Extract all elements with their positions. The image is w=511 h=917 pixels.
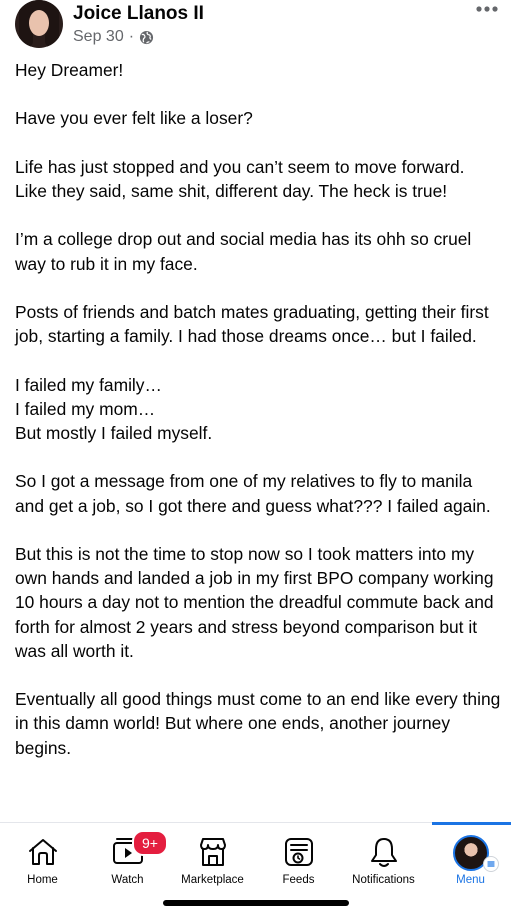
watch-badge: 9+ [132,830,168,856]
post-paragraph: Eventually all good things must come to … [15,689,501,758]
tab-marketplace[interactable]: Marketplace [170,823,255,893]
post-header: Joice Llanos II Sep 30 · [0,0,511,58]
more-horizontal-icon[interactable] [475,3,499,15]
post-paragraph: Have you ever felt like a loser? [15,108,253,129]
tab-home[interactable]: Home [0,823,85,893]
tab-label: Feeds [282,874,315,886]
home-icon [28,839,57,865]
tab-label: Home [27,874,58,886]
author-name[interactable]: Joice Llanos II [73,3,204,25]
post-text: Hey Dreamer! Have you ever felt like a l… [15,58,501,784]
tab-label: Menu [456,874,485,886]
tab-feeds[interactable]: Feeds [256,823,341,893]
post-paragraph: So I got a message from one of my relati… [15,471,491,516]
tab-watch[interactable]: 9+ Watch [85,823,170,893]
post-paragraph: Hey Dreamer! [15,60,124,80]
tab-label: Marketplace [181,874,244,886]
post-paragraph: I’m a college drop out and social media … [15,229,472,274]
author-avatar[interactable] [15,0,63,48]
storefront-icon [199,838,226,866]
meta-separator: · [128,28,135,45]
globe-icon [139,30,154,44]
post-paragraph: I failed my family… I failed my mom… But… [15,374,213,443]
tab-notifications[interactable]: Notifications [341,823,426,893]
post-paragraph: But this is not the time to stop now so … [15,543,494,661]
post-date[interactable]: Sep 30 [73,28,124,46]
post-meta: Sep 30 · [73,28,154,46]
tab-label: Notifications [352,874,415,886]
home-indicator [163,900,349,906]
menu-lines-icon [483,856,499,872]
feeds-icon [284,838,313,866]
tab-label: Watch [111,874,144,886]
post-paragraph: Life has just stopped and you can’t seem… [15,156,465,201]
facebook-post-screen: Joice Llanos II Sep 30 · Hey Dreamer! Ha… [0,0,511,917]
post-paragraph: Posts of friends and batch mates graduat… [15,301,489,347]
bell-icon [370,838,397,867]
tab-menu[interactable]: Menu [428,823,511,893]
